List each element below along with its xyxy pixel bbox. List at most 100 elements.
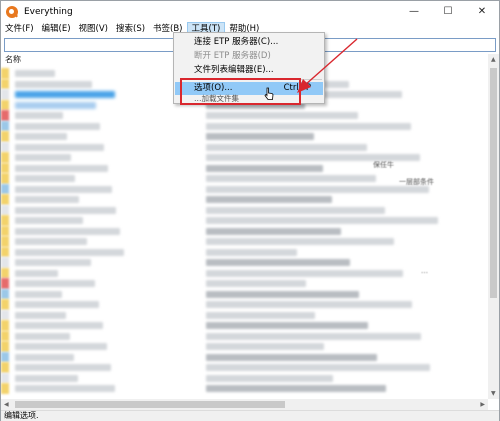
path-cell: [206, 301, 412, 308]
table-row[interactable]: [1, 362, 489, 373]
path-cell: [206, 143, 367, 151]
table-row[interactable]: [1, 341, 489, 352]
file-name-cell: [15, 217, 83, 224]
close-button[interactable]: ✕: [465, 1, 499, 22]
window-title: Everything: [24, 6, 73, 17]
path-cell: [206, 238, 394, 245]
mouse-cursor-icon: [264, 87, 274, 100]
table-row[interactable]: [1, 299, 489, 310]
annotation-highlight-box: [180, 78, 301, 105]
table-row[interactable]: [1, 278, 489, 289]
table-row[interactable]: [1, 383, 489, 394]
file-name-cell: [15, 70, 55, 77]
file-name-cell: [15, 206, 116, 214]
file-type-icon: [1, 278, 9, 289]
file-name-cell: [15, 143, 104, 151]
horizontal-scrollbar[interactable]: ◀ ▶: [1, 399, 488, 410]
scroll-down-icon[interactable]: ▼: [491, 390, 496, 397]
table-row[interactable]: [1, 110, 489, 121]
table-row[interactable]: [1, 141, 489, 152]
path-cell: [206, 133, 314, 140]
file-type-icon: [1, 309, 9, 320]
table-row[interactable]: [1, 257, 489, 268]
file-name-cell: [15, 290, 62, 298]
path-cell: [206, 227, 341, 235]
everything-app-icon: [6, 5, 18, 18]
table-row[interactable]: [1, 267, 489, 278]
table-row[interactable]: [1, 120, 489, 131]
path-cell: [206, 280, 306, 287]
path-cell: [206, 343, 324, 350]
path-cell: [206, 196, 332, 203]
table-row[interactable]: [1, 236, 489, 247]
file-name-cell: [15, 343, 107, 350]
menu-file[interactable]: 文件(F): [1, 22, 38, 36]
table-row[interactable]: [1, 152, 489, 163]
table-row[interactable]: [1, 215, 489, 226]
scroll-right-icon[interactable]: ▶: [480, 401, 485, 408]
table-row[interactable]: [1, 204, 489, 215]
table-row[interactable]: [1, 309, 489, 320]
file-type-icon: [1, 173, 9, 184]
table-row[interactable]: [1, 372, 489, 383]
file-type-icon: [1, 78, 9, 89]
file-name-cell: [15, 280, 95, 287]
path-cell: [206, 385, 386, 392]
file-type-icon: [1, 131, 9, 142]
file-type-icon: [1, 204, 9, 215]
file-type-icon: [1, 162, 9, 173]
file-name-cell: [15, 80, 92, 88]
file-type-icon: [1, 183, 9, 194]
table-row[interactable]: [1, 131, 489, 142]
file-name-cell: [15, 185, 112, 193]
file-name-cell: [15, 322, 103, 329]
vertical-scroll-thumb[interactable]: [490, 68, 497, 298]
minimize-button[interactable]: —: [397, 1, 431, 22]
horizontal-scroll-thumb[interactable]: [15, 401, 285, 408]
file-type-icon: [1, 246, 9, 257]
file-type-icon: [1, 110, 9, 121]
vertical-scrollbar[interactable]: ▲ ▼: [488, 54, 499, 399]
table-row[interactable]: [1, 246, 489, 257]
file-name-cell: [15, 353, 74, 361]
path-cell: [206, 290, 359, 298]
file-type-icon: [1, 299, 9, 310]
path-cell: [206, 185, 429, 193]
table-row[interactable]: [1, 288, 489, 299]
title-bar[interactable]: Everything — ☐ ✕: [1, 1, 499, 22]
file-name-cell: [15, 311, 66, 319]
menu-view[interactable]: 视图(V): [75, 22, 112, 36]
file-type-icon: [1, 351, 9, 362]
file-type-icon: [1, 267, 9, 278]
file-type-icon: [1, 288, 9, 299]
result-rows: [1, 68, 489, 394]
path-cell: [206, 322, 368, 329]
menu-search[interactable]: 搜索(S): [112, 22, 149, 36]
path-fragment: …: [421, 267, 428, 275]
file-name-cell: [15, 175, 75, 182]
results-list[interactable]: 名称 保任牛 一层部条件 …: [1, 54, 489, 399]
file-type-icon: [1, 68, 9, 79]
file-name-cell: [15, 259, 91, 266]
everything-window: Everything — ☐ ✕ 文件(F) 编辑(E) 视图(V) 搜索(S)…: [0, 0, 500, 421]
path-fragment: 保任牛: [373, 161, 394, 169]
scroll-left-icon[interactable]: ◀: [4, 401, 9, 408]
path-cell: [206, 364, 430, 371]
file-type-icon: [1, 320, 9, 331]
path-cell: [206, 259, 350, 266]
table-row[interactable]: [1, 225, 489, 236]
maximize-button[interactable]: ☐: [431, 1, 465, 22]
table-row[interactable]: [1, 351, 489, 362]
table-row[interactable]: [1, 194, 489, 205]
file-type-icon: [1, 99, 9, 110]
table-row[interactable]: [1, 330, 489, 341]
scroll-up-icon[interactable]: ▲: [491, 56, 496, 63]
file-type-icon: [1, 330, 9, 341]
path-cell: [206, 248, 297, 256]
file-type-icon: [1, 383, 9, 394]
path-fragment: 一层部条件: [399, 178, 434, 186]
menu-edit[interactable]: 编辑(E): [38, 22, 75, 36]
file-name-cell: [15, 112, 63, 119]
table-row[interactable]: [1, 320, 489, 331]
table-row[interactable]: [1, 162, 489, 173]
